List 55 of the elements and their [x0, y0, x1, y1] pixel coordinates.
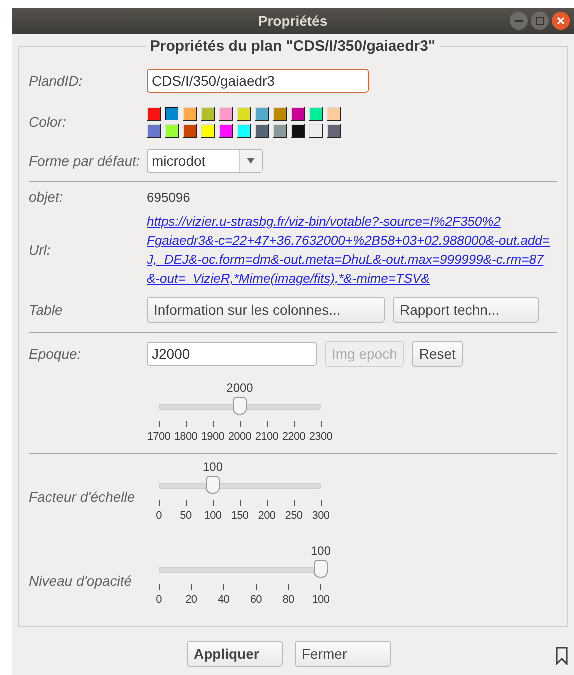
tick-label: 100 — [204, 510, 222, 522]
color-swatch[interactable] — [165, 106, 179, 120]
tick-label: 2200 — [282, 431, 306, 443]
tick-label: 0 — [156, 510, 162, 522]
epoch-field[interactable]: J2000 — [147, 342, 317, 366]
maximize-icon — [536, 17, 544, 25]
field-label: Epoque: — [29, 346, 82, 362]
tick-label: 60 — [250, 594, 262, 606]
slider-value: 100 — [310, 544, 332, 558]
tick-label: 20 — [186, 594, 198, 606]
slider-thumb[interactable] — [233, 397, 247, 415]
object-count: 695096 — [147, 190, 190, 204]
field-label: PlandID: — [29, 73, 84, 89]
tick-label: 0 — [156, 594, 162, 606]
plan-id-field[interactable]: CDS/I/350/gaiaedr3 — [147, 69, 369, 93]
field-label: Facteur d'échelle — [29, 489, 136, 505]
field-label: Url: — [29, 242, 52, 258]
tick-label: 1900 — [201, 431, 225, 443]
table-button[interactable]: Rapport techn... — [393, 297, 539, 323]
field-label: objet: — [29, 189, 64, 205]
tick-label: 1800 — [174, 431, 198, 443]
group-title: Propriétés du plan "CDS/I/350/gaiaedr3" — [149, 38, 437, 55]
slider-thumb[interactable] — [314, 560, 328, 578]
bookmark-icon[interactable] — [556, 647, 568, 665]
close-button[interactable] — [552, 12, 570, 30]
tick-label: 50 — [180, 510, 192, 522]
tick-label: 2100 — [255, 431, 279, 443]
tick-label: 2300 — [309, 431, 333, 443]
slider-value: 100 — [202, 460, 223, 474]
tick-label: 250 — [285, 510, 303, 522]
dialog-button[interactable]: Appliquer — [187, 641, 283, 667]
minimize-button[interactable] — [510, 12, 528, 30]
slider-thumb[interactable] — [206, 476, 220, 494]
dialog-button[interactable]: Fermer — [295, 641, 391, 667]
shape-dropdown[interactable]: microdot — [147, 149, 263, 173]
field-label: Table — [29, 302, 64, 318]
field-label: Forme par défaut: — [29, 153, 142, 169]
tick-label: 300 — [312, 510, 330, 522]
tick-label: 200 — [258, 510, 276, 522]
tick-label: 2000 — [228, 431, 252, 443]
epoch-button[interactable]: Reset — [412, 341, 463, 367]
tick-label: 80 — [282, 594, 294, 606]
field-label: Color: — [29, 114, 68, 130]
tick-label: 100 — [312, 594, 330, 606]
tick-label: 40 — [218, 594, 230, 606]
window-title: Propriétés — [258, 13, 328, 29]
close-icon — [557, 17, 565, 25]
dropdown-arrow-icon — [247, 158, 255, 164]
table-button[interactable]: Information sur les colonnes... — [147, 297, 385, 323]
tick-label: 150 — [231, 510, 249, 522]
slider-value: 2000 — [226, 381, 254, 395]
field-label: Niveau d'opacité — [29, 573, 134, 589]
url-link[interactable]: https://vizier.u-strasbg.fr/viz-bin/votable?-source=I%2F350%2 Fgaiaedr3&-c=22+47+36.7632000+%2B58+03+02.988000&-out.add= J,_DEJ&-oc.form=dm&-out.meta=DhuL&-out.max=999999&-c.rm=87 &-out=_VizieR,*Mime(image/fits),*&-mime=TSV& — [147, 212, 557, 288]
minimize-icon — [515, 17, 523, 25]
tick-label: 1700 — [147, 431, 171, 443]
